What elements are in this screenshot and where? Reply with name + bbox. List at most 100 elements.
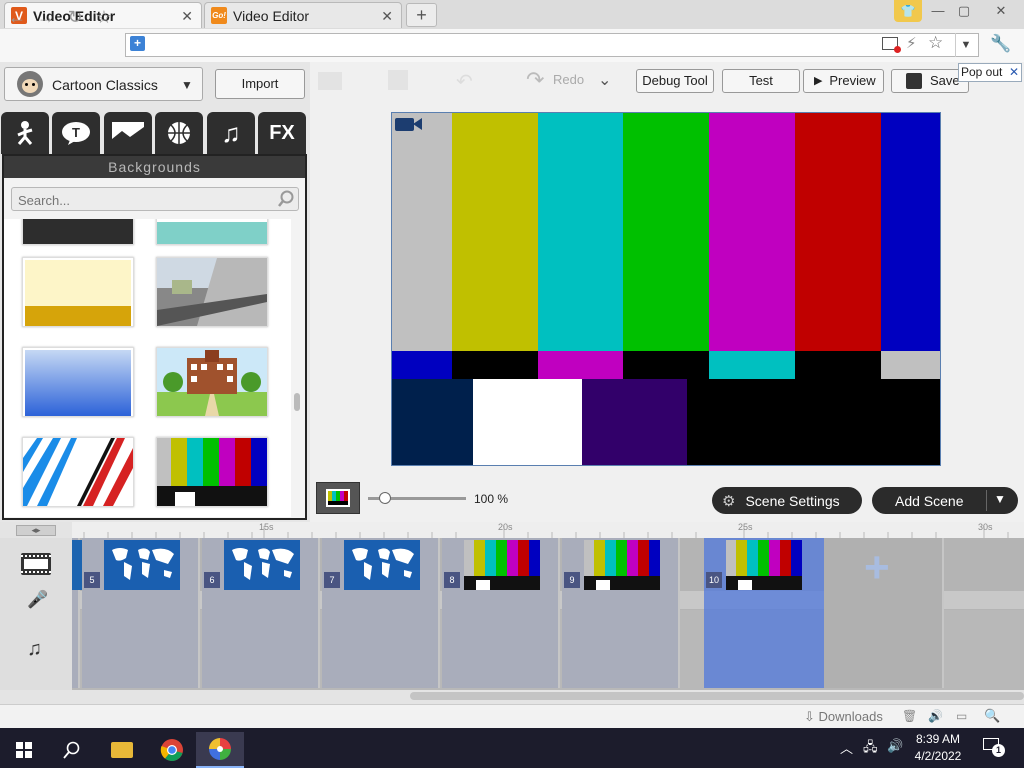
music-track-icon[interactable]: ♫ xyxy=(27,638,42,661)
preview-button[interactable]: ▶ Preview xyxy=(803,69,884,93)
camera-icon[interactable] xyxy=(395,116,423,132)
microphone-icon[interactable]: 🎤 xyxy=(27,590,48,610)
tab-characters[interactable] xyxy=(1,112,49,154)
zoom-value: 100 % xyxy=(474,492,509,506)
tab-props[interactable] xyxy=(155,112,203,154)
minimize-button[interactable]: — xyxy=(925,1,951,21)
windows-start-icon[interactable] xyxy=(0,732,48,768)
close-tab-icon[interactable]: ✕ xyxy=(181,8,193,25)
address-bar[interactable] xyxy=(125,33,979,57)
background-thumb-color-bars[interactable] xyxy=(156,437,268,507)
delete-icon[interactable] xyxy=(388,70,408,90)
zoom-slider-knob[interactable] xyxy=(379,492,391,504)
timeline-ruler[interactable] xyxy=(72,522,1024,539)
theme-shirt-icon[interactable]: 👕 xyxy=(894,0,922,22)
chevron-up-icon[interactable]: ︿ xyxy=(840,738,853,757)
timeline-scene[interactable]: 7 xyxy=(322,538,440,688)
close-icon[interactable]: ✕ xyxy=(1009,64,1019,81)
tab-fx[interactable]: FX xyxy=(258,112,306,154)
trash-icon[interactable]: 🗑 xyxy=(902,709,917,723)
scene-stage[interactable] xyxy=(391,112,941,466)
search-icon[interactable] xyxy=(277,190,295,208)
background-thumb-school[interactable] xyxy=(156,347,268,417)
video-track-icon[interactable] xyxy=(21,553,51,575)
panel-title: Backgrounds xyxy=(4,156,305,178)
search-box[interactable] xyxy=(11,187,299,211)
maximize-button[interactable]: ▢ xyxy=(951,1,977,21)
background-thumb-dark[interactable] xyxy=(22,219,134,245)
asset-scrollbar[interactable] xyxy=(291,219,304,517)
undo-icon[interactable]: ↶ xyxy=(456,69,473,94)
wrench-icon[interactable]: 🔧 xyxy=(990,34,1011,54)
zoom-icon[interactable]: 🔍 xyxy=(984,708,1000,724)
color-bars-icon xyxy=(157,438,267,506)
pop-out-label: Pop out xyxy=(961,65,1003,79)
tab-music[interactable]: ♫ xyxy=(207,112,255,154)
close-window-button[interactable]: ✕ xyxy=(988,1,1014,21)
timeline-scene[interactable]: 8 xyxy=(442,538,560,688)
color-bars-background xyxy=(392,113,940,465)
scene-settings-button[interactable]: ⚙ Scene Settings xyxy=(712,487,862,514)
timeline-scene[interactable]: 5 xyxy=(82,538,200,688)
tab-text[interactable]: T xyxy=(52,112,100,154)
import-button[interactable]: Import xyxy=(215,69,305,99)
tab-video-editor-inactive[interactable]: Go! Video Editor ✕ xyxy=(204,2,402,28)
background-thumb-teal[interactable] xyxy=(156,219,268,245)
color-bars-icon xyxy=(464,540,540,590)
background-thumb-station[interactable] xyxy=(156,257,268,327)
chevron-down-icon[interactable]: ▼ xyxy=(181,78,193,92)
search-input[interactable] xyxy=(16,189,270,211)
timeline-scene[interactable] xyxy=(72,538,82,688)
chrome-icon[interactable] xyxy=(148,732,196,768)
speaker-icon[interactable]: 🔊 xyxy=(928,709,943,723)
popup-blocked-icon[interactable] xyxy=(882,37,901,53)
timeline-scene-selected[interactable]: 10 xyxy=(704,538,824,688)
downloads-link[interactable]: ⇩ Downloads xyxy=(804,709,883,725)
asset-scrollbar-thumb[interactable] xyxy=(294,393,300,411)
window-icon[interactable]: ▭ xyxy=(956,709,967,723)
background-thumb-stripes[interactable] xyxy=(22,437,134,507)
pinwheel-app-icon[interactable] xyxy=(196,732,244,768)
timeline-scene[interactable]: 9 xyxy=(562,538,680,688)
world-map-icon xyxy=(344,540,420,590)
redo-label[interactable]: Redo xyxy=(553,72,584,87)
reload-icon[interactable]: ↻ xyxy=(64,6,86,28)
file-explorer-icon[interactable] xyxy=(98,732,146,768)
character-icon xyxy=(17,121,33,145)
close-tab-icon[interactable]: ✕ xyxy=(381,8,393,25)
theme-selector-label: Cartoon Classics xyxy=(52,77,158,93)
taskbar-clock[interactable]: 8:39 AM 4/2/2022 xyxy=(912,731,964,765)
zoom-fit-icon[interactable] xyxy=(316,482,360,514)
add-scene-slot[interactable]: + xyxy=(824,538,944,688)
pop-out-tooltip[interactable]: Pop out ✕ xyxy=(958,63,1022,82)
more-options-chevron-icon[interactable]: ⌄ xyxy=(598,70,611,90)
test-button[interactable]: Test xyxy=(722,69,800,93)
chevron-down-icon[interactable]: ▼ xyxy=(994,492,1006,506)
bookmark-star-icon[interactable]: ☆ xyxy=(93,6,115,28)
search-icon[interactable] xyxy=(48,732,96,768)
color-bars-icon xyxy=(726,540,802,590)
redo-icon[interactable]: ↷ xyxy=(526,67,544,93)
clock-time: 8:39 AM xyxy=(915,732,961,746)
back-arrow-icon[interactable]: ← xyxy=(6,6,28,28)
add-scene-button[interactable]: Add Scene ▼ xyxy=(872,487,1018,514)
flash-icon[interactable]: ⚡ xyxy=(906,34,917,52)
network-icon[interactable]: 🖧 xyxy=(863,738,878,760)
background-thumb-blue-gradient[interactable] xyxy=(22,347,134,417)
volume-icon[interactable]: 🔊 xyxy=(887,738,903,754)
copy-icon[interactable] xyxy=(318,72,342,90)
cartoon-character-icon xyxy=(17,71,43,97)
tab-backgrounds[interactable] xyxy=(104,112,152,154)
timeline-scene[interactable]: 6 xyxy=(202,538,320,688)
background-thumb-yellow[interactable] xyxy=(22,257,134,327)
star-icon[interactable]: ☆ xyxy=(928,33,943,53)
notification-icon[interactable]: 1 xyxy=(983,738,1005,757)
timeline-scrollbar[interactable] xyxy=(410,692,1024,700)
address-dropdown-icon[interactable]: ▼ xyxy=(955,33,976,57)
debug-tool-button[interactable]: Debug Tool xyxy=(636,69,714,93)
preview-label: Preview xyxy=(829,73,876,88)
forward-arrow-icon[interactable]: → xyxy=(35,6,57,28)
timeline-collapse-icon[interactable]: ◂▸ xyxy=(16,525,56,536)
new-tab-button[interactable]: + xyxy=(406,3,437,27)
timeline-tracks[interactable]: 5 6 7 8 9 10 + xyxy=(72,538,1024,690)
